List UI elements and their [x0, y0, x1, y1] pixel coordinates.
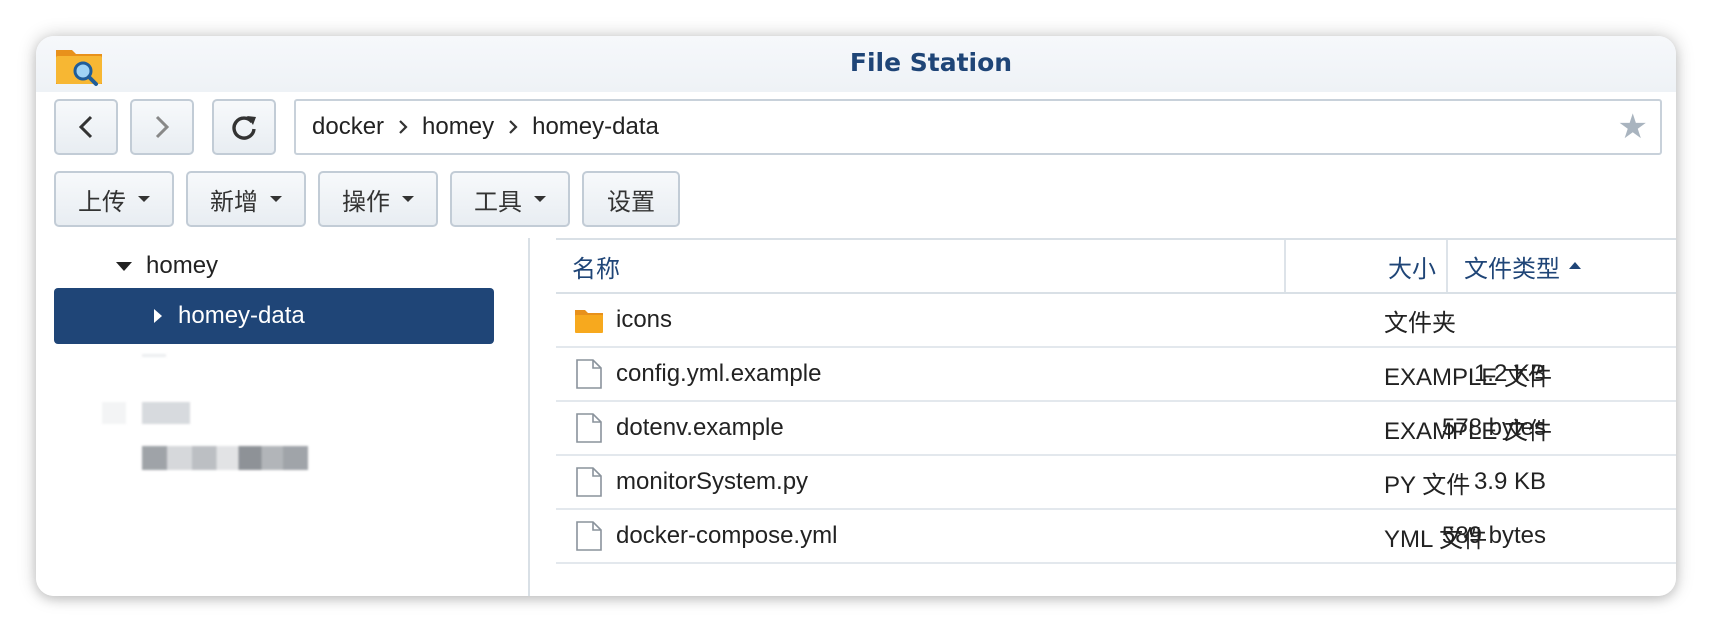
- file-type: EXAMPLE 文件: [1384, 363, 1553, 391]
- file-icon: [576, 521, 602, 551]
- file-name-cell: monitorSystem.py: [574, 456, 808, 508]
- tree-item-label: homey: [146, 252, 219, 279]
- upload-button[interactable]: 上传: [54, 171, 174, 227]
- file-name-cell: config.yml.example: [574, 348, 821, 400]
- caret-down-icon: [402, 196, 414, 202]
- action-button[interactable]: 操作: [318, 171, 438, 227]
- table-row[interactable]: dotenv.example 578 bytes EXAMPLE 文件: [556, 402, 1676, 456]
- column-header-type[interactable]: 文件类型: [1464, 240, 1582, 292]
- settings-button[interactable]: 设置: [582, 171, 680, 227]
- file-name-cell: docker-compose.yml: [574, 510, 837, 562]
- refresh-button[interactable]: [212, 99, 276, 155]
- breadcrumb-separator-icon: [398, 119, 408, 135]
- caret-down-icon: [534, 196, 546, 202]
- breadcrumb-separator-icon: [508, 119, 518, 135]
- file-type: EXAMPLE 文件: [1384, 417, 1553, 445]
- column-header-name[interactable]: 名称: [572, 240, 620, 292]
- title-bar: File Station: [36, 36, 1676, 92]
- file-icon: [576, 413, 602, 443]
- file-icon: [576, 359, 602, 389]
- sort-ascending-icon: [1569, 262, 1581, 269]
- tree-item-label: homey-data: [178, 302, 305, 329]
- action-button-label: 操作: [342, 188, 390, 216]
- back-button[interactable]: [54, 99, 118, 155]
- blurred-item: [102, 402, 126, 424]
- table-row[interactable]: icons 文件夹: [556, 294, 1676, 348]
- file-station-window: File Station docker homey homey-data ★ 上…: [36, 36, 1676, 596]
- expand-down-icon[interactable]: [116, 261, 132, 271]
- upload-button-label: 上传: [78, 188, 126, 216]
- breadcrumb-docker[interactable]: docker: [312, 113, 384, 141]
- file-icon: [576, 467, 602, 497]
- breadcrumb-homey-data[interactable]: homey-data: [532, 113, 659, 141]
- file-name: docker-compose.yml: [616, 522, 838, 549]
- column-divider[interactable]: [1446, 240, 1448, 292]
- refresh-icon: [232, 116, 256, 140]
- file-name: monitorSystem.py: [616, 468, 809, 495]
- breadcrumb-homey[interactable]: homey: [422, 113, 494, 141]
- file-name: config.yml.example: [616, 360, 822, 387]
- file-type: YML 文件: [1384, 525, 1488, 553]
- file-list: 名称 大小 文件类型 icons 文件夹 config.yml.example …: [556, 238, 1676, 596]
- column-header-name-label: 名称: [572, 255, 620, 283]
- expand-right-icon[interactable]: [154, 309, 162, 323]
- forward-button[interactable]: [130, 99, 194, 155]
- caret-down-icon: [270, 196, 282, 202]
- file-type: PY 文件: [1384, 471, 1471, 499]
- table-row[interactable]: docker-compose.yml 589 bytes YML 文件: [556, 510, 1676, 564]
- column-header-size[interactable]: 大小: [1286, 240, 1436, 292]
- folder-icon: [575, 310, 603, 333]
- tree-item-homey-data[interactable]: homey-data: [54, 288, 494, 344]
- settings-button-label: 设置: [607, 188, 655, 216]
- file-type: 文件夹: [1384, 309, 1456, 337]
- file-name-cell: dotenv.example: [574, 402, 784, 454]
- address-bar[interactable]: docker homey homey-data ★: [294, 99, 1662, 155]
- tree-item-homey[interactable]: homey: [116, 246, 218, 286]
- column-header-type-label: 文件类型: [1464, 255, 1560, 283]
- star-icon[interactable]: ★: [1618, 109, 1648, 145]
- create-button[interactable]: 新增: [186, 171, 306, 227]
- table-row[interactable]: config.yml.example 1.2 KB EXAMPLE 文件: [556, 348, 1676, 402]
- create-button-label: 新增: [210, 188, 258, 216]
- file-name: icons: [616, 306, 673, 333]
- window-title: File Station: [849, 48, 1013, 77]
- chevron-right-icon: [155, 115, 170, 139]
- file-name: dotenv.example: [616, 414, 784, 441]
- table-row[interactable]: monitorSystem.py 3.9 KB PY 文件: [556, 456, 1676, 510]
- column-header-size-label: 大小: [1388, 255, 1436, 283]
- chevron-left-icon: [78, 115, 93, 139]
- folder-tree: homey homey-data: [36, 238, 530, 596]
- blurred-item: [142, 446, 308, 470]
- blurred-item: [142, 402, 190, 424]
- file-name-cell: icons: [574, 294, 672, 346]
- tools-button[interactable]: 工具: [450, 171, 570, 227]
- tools-button-label: 工具: [474, 188, 522, 216]
- blurred-item: [142, 354, 166, 357]
- file-list-header: 名称 大小 文件类型: [556, 238, 1676, 294]
- caret-down-icon: [138, 196, 150, 202]
